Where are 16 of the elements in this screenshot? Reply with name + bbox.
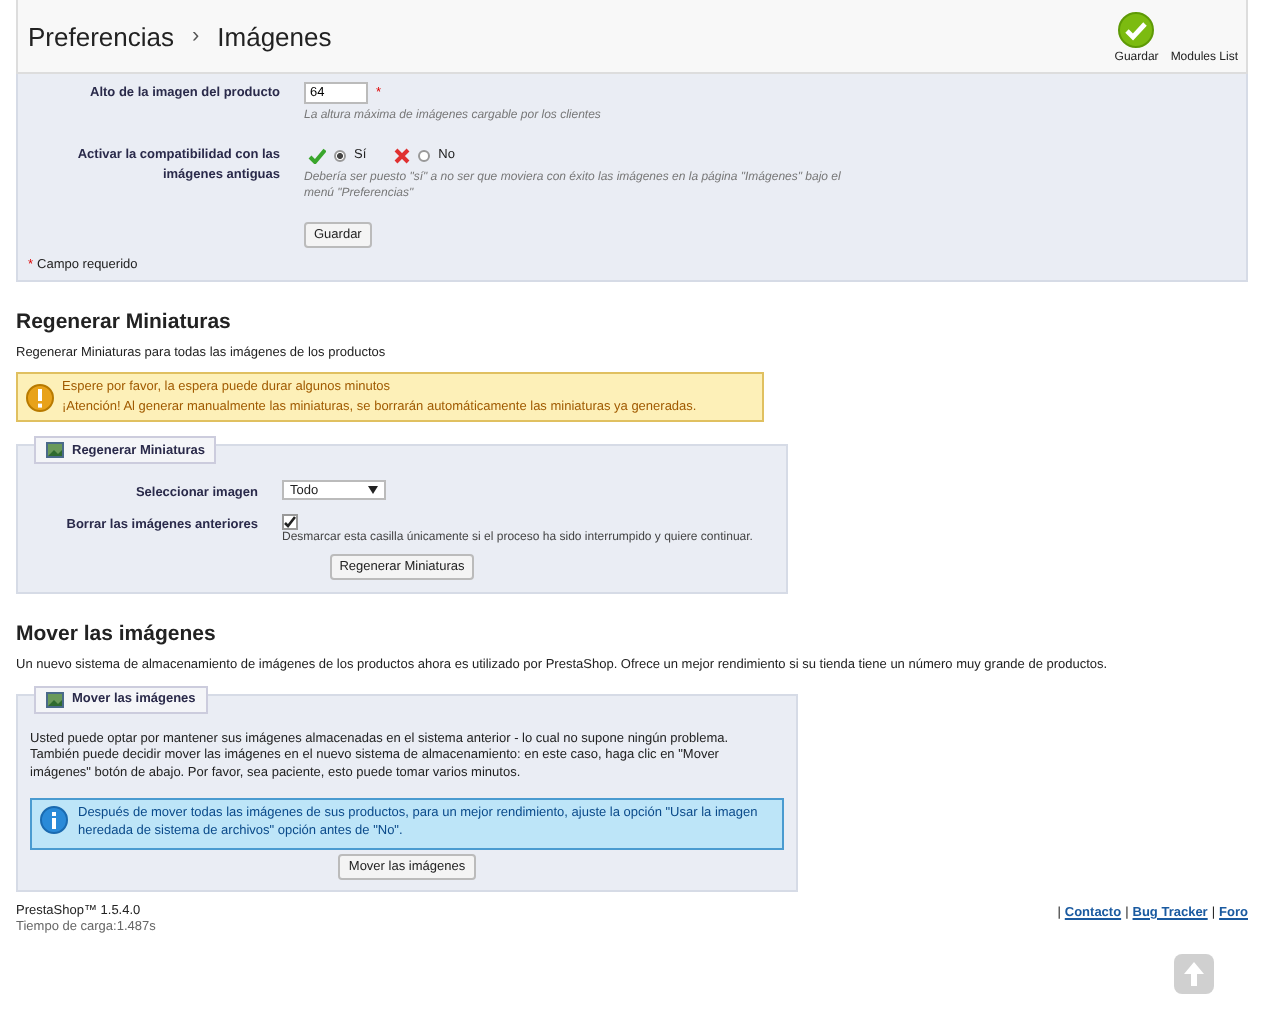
radio-button[interactable] [334,149,346,162]
checkmark-icon [1118,12,1155,48]
image-icon [46,691,64,708]
image-icon [46,442,64,459]
check-icon [308,147,326,164]
breadcrumb-item[interactable]: Preferencias [28,21,174,51]
warning-icon [26,383,54,412]
breadcrumb-item: Imágenes [217,21,332,51]
section-title: Regenerar Miniaturas [16,310,233,335]
cross-icon [394,147,411,164]
radio-button[interactable] [418,149,431,162]
checkbox[interactable] [282,513,298,530]
info-icon [40,806,68,835]
breadcrumb-separator: › [191,24,200,48]
section-title: Mover las imágenes [16,621,218,646]
caret-icon [368,486,378,495]
